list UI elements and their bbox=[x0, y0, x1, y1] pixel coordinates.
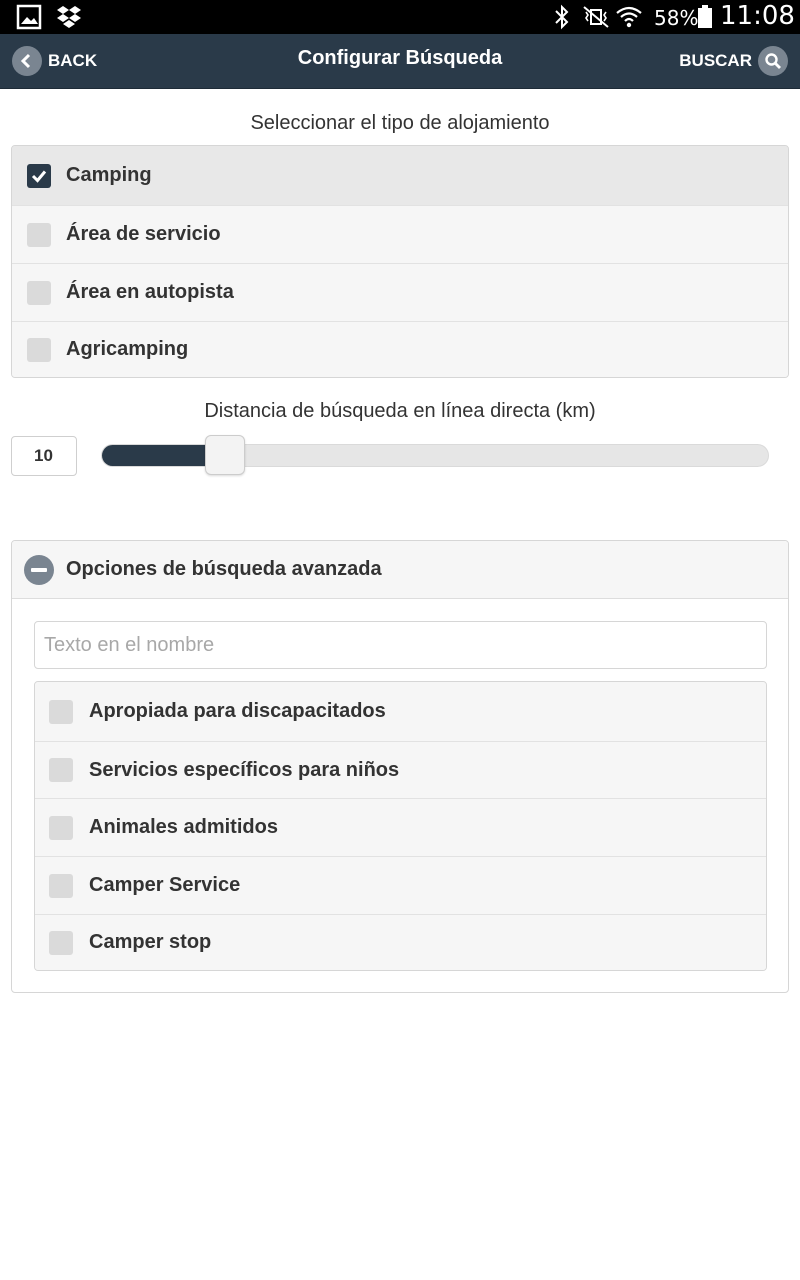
checkbox-checked-icon bbox=[27, 163, 51, 188]
option-camping[interactable]: Camping bbox=[12, 146, 788, 205]
wifi-icon bbox=[616, 6, 642, 28]
checkbox-icon bbox=[49, 930, 73, 955]
option-area-de-servicio[interactable]: Área de servicio bbox=[12, 205, 788, 263]
option-pets-allowed[interactable]: Animales admitidos bbox=[35, 798, 766, 856]
search-label: BUSCAR bbox=[679, 51, 752, 70]
minus-icon bbox=[24, 554, 54, 585]
gallery-icon bbox=[16, 4, 42, 30]
checkbox-icon bbox=[49, 873, 73, 898]
option-label: Animales admitidos bbox=[89, 816, 278, 838]
distance-label: Distancia de búsqueda en línea directa (… bbox=[204, 400, 596, 422]
advanced-options-title: Opciones de búsqueda avanzada bbox=[66, 558, 382, 580]
battery-percent: 58% bbox=[654, 6, 699, 30]
checkbox-icon bbox=[27, 280, 51, 305]
header-bar: BACK Configurar Búsqueda BUSCAR bbox=[0, 34, 800, 89]
accommodation-type-label: Seleccionar el tipo de alojamiento bbox=[250, 112, 550, 134]
clock: 11:08 bbox=[720, 1, 795, 31]
distance-input[interactable]: 10 bbox=[11, 436, 77, 476]
option-camper-stop[interactable]: Camper stop bbox=[35, 914, 766, 970]
option-label: Área de servicio bbox=[66, 223, 221, 245]
option-label: Servicios específicos para niños bbox=[89, 758, 400, 781]
name-search-input[interactable] bbox=[34, 621, 767, 669]
dropbox-icon bbox=[57, 6, 81, 28]
back-button[interactable]: BACK bbox=[12, 44, 97, 78]
advanced-options-panel: Opciones de búsqueda avanzada Apropiada … bbox=[11, 540, 789, 993]
option-label: Camping bbox=[66, 164, 152, 186]
checkbox-icon bbox=[49, 699, 73, 724]
vibrate-mute-icon bbox=[583, 6, 609, 28]
option-label: Apropiada para discapacitados bbox=[89, 700, 386, 722]
distance-slider[interactable] bbox=[101, 435, 769, 475]
checkbox-icon bbox=[27, 222, 51, 247]
option-label: Camper stop bbox=[89, 931, 212, 953]
page-title: Configurar Búsqueda bbox=[297, 47, 503, 69]
chevron-left-icon bbox=[12, 46, 42, 76]
option-label: Camper Service bbox=[89, 874, 241, 896]
battery-icon bbox=[698, 5, 712, 28]
option-label: Agricamping bbox=[66, 338, 189, 360]
option-area-en-autopista[interactable]: Área en autopista bbox=[12, 263, 788, 321]
accommodation-type-group: Camping Área de servicio Área en autopis… bbox=[11, 145, 789, 378]
checkbox-icon bbox=[27, 337, 51, 362]
advanced-options-group: Apropiada para discapacitados Servicios … bbox=[34, 681, 767, 971]
back-label: BACK bbox=[48, 51, 98, 70]
checkbox-icon bbox=[49, 758, 73, 782]
advanced-options-toggle[interactable]: Opciones de búsqueda avanzada bbox=[12, 541, 788, 599]
status-bar: 58% 11:08 bbox=[0, 0, 800, 34]
checkbox-icon bbox=[49, 815, 73, 840]
option-agricamping[interactable]: Agricamping bbox=[12, 321, 788, 377]
bluetooth-icon bbox=[555, 4, 569, 30]
option-camper-service[interactable]: Camper Service bbox=[35, 856, 766, 914]
option-accessible[interactable]: Apropiada para discapacitados bbox=[35, 682, 766, 741]
option-label: Área en autopista bbox=[66, 281, 234, 303]
search-button[interactable]: BUSCAR bbox=[679, 44, 788, 78]
slider-handle[interactable] bbox=[205, 435, 246, 475]
option-children-services[interactable]: Servicios específicos para niños bbox=[35, 741, 766, 798]
search-icon bbox=[758, 46, 788, 76]
